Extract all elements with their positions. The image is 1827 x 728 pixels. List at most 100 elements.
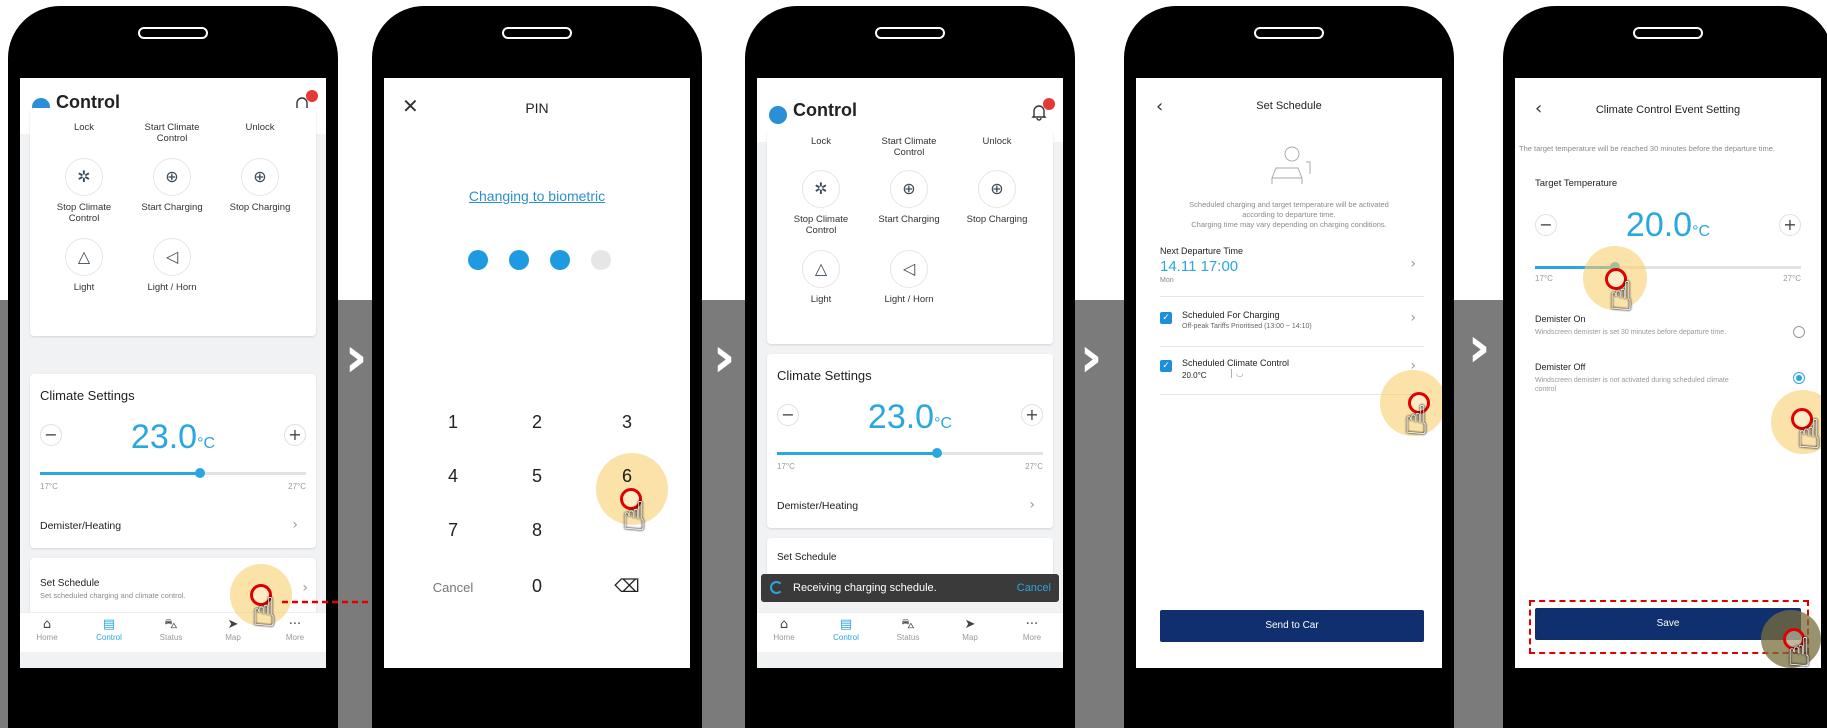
schedule-description-2: according to departure time. xyxy=(1242,210,1336,219)
temp-slider-knob[interactable] xyxy=(194,468,205,478)
schedule-description-1: Scheduled charging and target temperatur… xyxy=(1189,200,1389,209)
action-start-charging-label: Start Charging xyxy=(141,202,203,213)
key-1[interactable]: 1 xyxy=(423,412,483,433)
scheduled-charging-row[interactable]: ✓ Scheduled For Charging Off-peak Tariff… xyxy=(1160,310,1424,340)
checkbox-checked-icon[interactable]: ✓ xyxy=(1160,312,1172,324)
key-7[interactable]: 7 xyxy=(423,520,483,541)
pointer-hand-icon: ☝ xyxy=(1609,274,1634,320)
target-temperature-label: Target Temperature xyxy=(1535,178,1618,189)
temp-minus-button[interactable]: − xyxy=(777,404,799,426)
page-title: Set Schedule xyxy=(1256,100,1322,112)
next-departure-value: 14.11 17:00 xyxy=(1160,258,1239,275)
temp-plus-button[interactable]: + xyxy=(1779,214,1801,236)
key-0[interactable]: 0 xyxy=(507,576,567,597)
demister-off-label: Demister Off xyxy=(1535,362,1586,372)
step-arrow-3: › xyxy=(1079,325,1103,390)
temp-value: 23.0 xyxy=(130,418,198,456)
action-light-horn[interactable]: ◁ Light / Horn xyxy=(130,238,214,293)
action-lock[interactable]: Lock xyxy=(42,122,126,133)
nav-map-label: Map xyxy=(225,633,241,642)
action-start-climate[interactable]: Start Climate Control xyxy=(867,136,951,158)
temp-minus-button[interactable]: − xyxy=(1535,214,1557,236)
nav-home[interactable]: ⌂ Home xyxy=(22,617,72,642)
toast-cancel-button[interactable]: Cancel xyxy=(1017,582,1051,594)
send-to-car-button[interactable]: Send to Car xyxy=(1160,610,1424,642)
demister-on-option[interactable]: Demister On Windscreen demister is set 3… xyxy=(1535,314,1811,354)
action-unlock[interactable]: Unlock xyxy=(218,122,302,133)
action-light[interactable]: △ Light xyxy=(779,250,863,305)
biometric-link[interactable]: Changing to biometric xyxy=(384,188,690,204)
climate-settings-card: Climate Settings − 23.0°C + 17°C 27°C De… xyxy=(30,374,316,548)
action-stop-charging[interactable]: ⊕ Stop Charging xyxy=(955,170,1039,225)
action-unlock-label: Unlock xyxy=(982,136,1012,147)
temp-slider-fill xyxy=(777,452,937,455)
next-departure-row[interactable]: Next Departure Time 14.11 17:00 Mon › xyxy=(1160,246,1424,290)
checkbox-checked-icon[interactable]: ✓ xyxy=(1160,360,1172,372)
temp-slider[interactable] xyxy=(40,468,306,478)
navigation-icon: ➤ xyxy=(964,617,976,632)
scheduled-climate-row[interactable]: ✓ Scheduled Climate Control 20.0°C | ◡ › xyxy=(1160,358,1424,388)
page-title: Climate Control Event Setting xyxy=(1595,104,1741,116)
key-2[interactable]: 2 xyxy=(507,412,567,433)
event-note: The target temperature will be reached 3… xyxy=(1519,144,1775,153)
nav-control[interactable]: ▤ Control xyxy=(821,617,871,642)
action-start-charging[interactable]: ⊕ Start Charging xyxy=(130,158,214,213)
nav-map[interactable]: ➤ Map xyxy=(945,617,995,642)
action-lock-label: Lock xyxy=(73,122,95,133)
demister-heating-row[interactable]: Demister/Heating › xyxy=(777,497,1043,513)
key-cancel[interactable]: Cancel xyxy=(423,580,483,595)
horn-icon: ◁ xyxy=(153,238,191,276)
car-icon: ⛍ xyxy=(901,617,915,632)
action-start-climate[interactable]: Start Climate Control xyxy=(130,122,214,144)
key-4[interactable]: 4 xyxy=(423,466,483,487)
action-light-horn[interactable]: ◁ Light / Horn xyxy=(867,250,951,305)
pin-dot-3 xyxy=(550,250,570,270)
nav-status[interactable]: ⛍ Status xyxy=(146,617,196,642)
divider xyxy=(1160,346,1424,347)
temp-max: 27°C xyxy=(1025,462,1043,471)
phone-set-schedule: ‹ Set Schedule Scheduled charging and ta… xyxy=(1124,6,1454,728)
nav-status[interactable]: ⛍ Status xyxy=(883,617,933,642)
climate-event-screen: ‹ Climate Control Event Setting The targ… xyxy=(1515,78,1821,668)
pin-dot-1 xyxy=(468,250,488,270)
demister-heating-row[interactable]: Demister/Heating › xyxy=(40,517,306,533)
plug-stop-icon: ⊕ xyxy=(241,158,279,196)
more-icon: ··· xyxy=(1025,617,1039,632)
action-stop-charging[interactable]: ⊕ Stop Charging xyxy=(218,158,302,213)
car-charging-illustration-icon xyxy=(1271,146,1311,184)
temp-plus-button[interactable]: + xyxy=(1021,404,1043,426)
nav-control[interactable]: ▤ Control xyxy=(84,617,134,642)
temp-slider-knob[interactable] xyxy=(931,448,942,458)
car-icon: ⛍ xyxy=(164,617,178,632)
demister-on-sub: Windscreen demister is set 30 minutes be… xyxy=(1535,329,1727,336)
phone-control-toast: Control Lock Start Climate Control Unloc… xyxy=(745,6,1075,728)
action-start-climate-label: Start Climate Control xyxy=(144,122,200,144)
nav-control-label: Control xyxy=(96,633,122,642)
temp-slider[interactable] xyxy=(1535,262,1801,272)
radio-checked-icon[interactable] xyxy=(1793,372,1805,384)
temp-plus-button[interactable]: + xyxy=(284,424,306,446)
temp-minus-button[interactable]: − xyxy=(40,424,62,446)
pointer-hand-icon: ☝ xyxy=(1404,398,1429,444)
action-stop-climate[interactable]: ✲ Stop Climate Control xyxy=(42,158,126,224)
nav-home[interactable]: ⌂ Home xyxy=(759,617,809,642)
action-lock[interactable]: Lock xyxy=(779,136,863,147)
action-start-charging[interactable]: ⊕ Start Charging xyxy=(867,170,951,225)
action-stop-climate[interactable]: ✲ Stop Climate Control xyxy=(779,170,863,236)
scheduled-charging-sub: Off-peak Tariffs Prioritised (13:00 ~ 14… xyxy=(1182,323,1312,330)
horn-icon: ◁ xyxy=(890,250,928,288)
key-5[interactable]: 5 xyxy=(507,466,567,487)
key-3[interactable]: 3 xyxy=(597,412,657,433)
home-icon: ⌂ xyxy=(779,617,789,632)
nav-more[interactable]: ··· More xyxy=(1007,617,1057,642)
temp-unit: °C xyxy=(197,435,216,452)
demister-off-option[interactable]: Demister Off Windscreen demister is not … xyxy=(1535,362,1811,402)
backspace-icon[interactable]: ⌫ xyxy=(597,576,657,597)
radio-unchecked-icon[interactable] xyxy=(1793,326,1805,338)
action-light[interactable]: △ Light xyxy=(42,238,126,293)
temp-slider[interactable] xyxy=(777,448,1043,458)
action-unlock[interactable]: Unlock xyxy=(955,136,1039,147)
temp-value: 20.0 xyxy=(1625,206,1693,244)
key-8[interactable]: 8 xyxy=(507,520,567,541)
notification-badge xyxy=(1043,98,1055,110)
